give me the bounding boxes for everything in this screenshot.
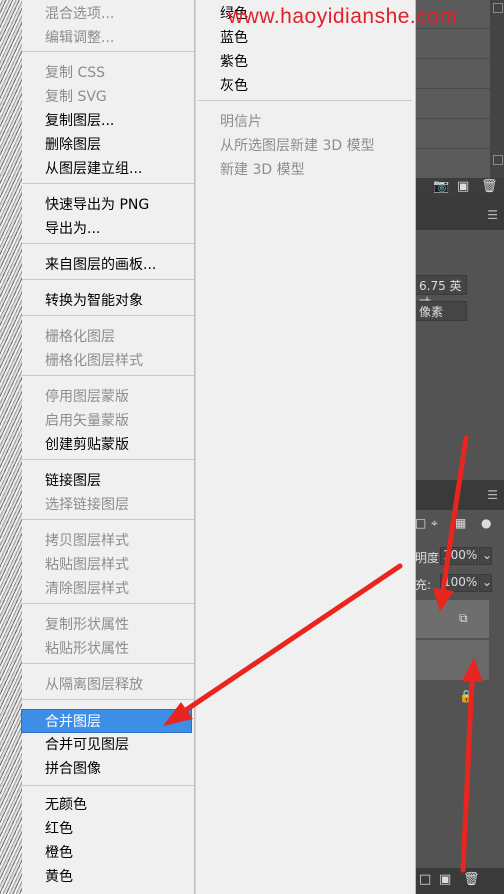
arrow-to-lower-layer [460,658,483,873]
annotation-arrows [163,435,483,873]
arrow-to-upper-layer [433,435,469,612]
arrow-to-merge-layers [163,563,403,726]
